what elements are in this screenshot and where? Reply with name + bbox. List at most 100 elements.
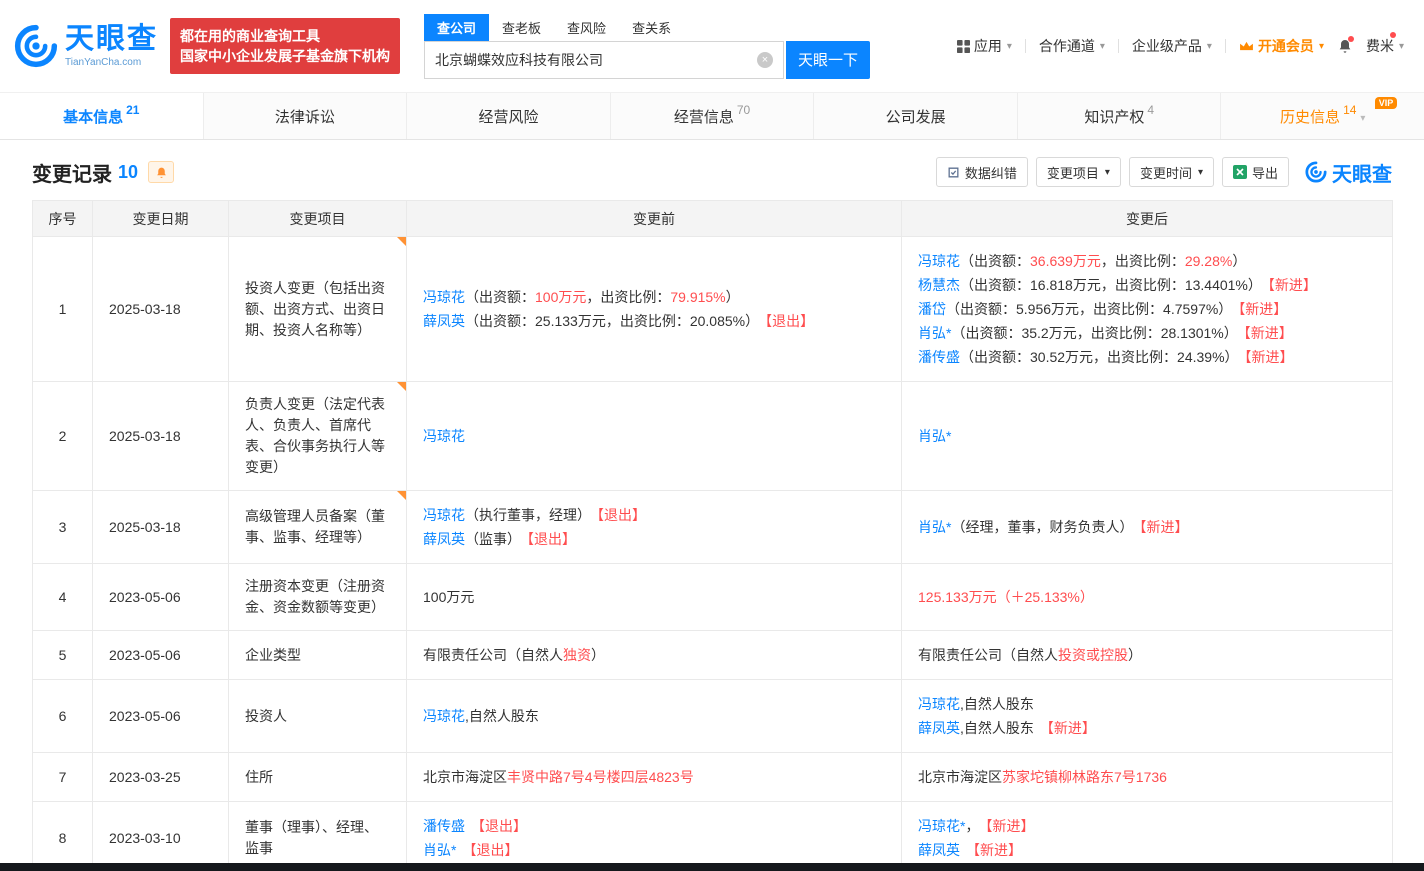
tab-count: 14 — [1343, 103, 1356, 117]
text-segment: ） — [1232, 253, 1246, 269]
search-tab-boss[interactable]: 查老板 — [489, 14, 554, 41]
after-cell: 肖弘*（经理，董事，财务负责人）【新进】 — [902, 491, 1393, 564]
search-tab-company[interactable]: 查公司 — [424, 14, 489, 41]
section-count: 10 — [118, 162, 138, 183]
change-badge: 【退出】 — [462, 842, 518, 858]
export-button[interactable]: 导出 — [1222, 157, 1289, 187]
change-line: 冯琼花（出资额：100万元，出资比例：79.915%） — [423, 285, 885, 309]
nav-apps-label: 应用 — [974, 36, 1002, 56]
entity-link[interactable]: 潘岱 — [918, 301, 946, 317]
change-line: 冯琼花,自然人股东 — [918, 692, 1376, 716]
entity-link[interactable]: 冯琼花* — [918, 818, 965, 834]
chevron-down-icon: ▾ — [1399, 41, 1404, 52]
nav-cooperation[interactable]: 合作通道 ▾ — [1039, 36, 1105, 56]
entity-link[interactable]: 冯琼花 — [423, 428, 465, 444]
corner-marker-icon — [397, 491, 406, 500]
before-cell: 冯琼花,自然人股东 — [407, 680, 902, 753]
tab-history-info[interactable]: VIP 历史信息 14 ▾ — [1221, 93, 1424, 139]
entity-link[interactable]: 肖弘* — [918, 428, 951, 444]
entity-link[interactable]: 冯琼花 — [423, 507, 465, 523]
entity-link[interactable]: 薛凤英 — [918, 842, 960, 858]
search-tab-relation[interactable]: 查关系 — [619, 14, 684, 41]
change-line: 肖弘* 【退出】 — [423, 838, 885, 862]
text-segment: ） — [726, 289, 740, 305]
change-badge: 【新进】 — [1244, 325, 1293, 341]
before-cell: 冯琼花 — [407, 382, 902, 491]
tab-basic-info[interactable]: 基本信息 21 — [0, 93, 204, 139]
entity-link[interactable]: 薛凤英 — [918, 720, 960, 736]
entity-link[interactable]: 肖弘* — [918, 519, 951, 535]
chevron-down-icon: ▾ — [1007, 41, 1012, 52]
change-line: 100万元 — [423, 585, 885, 609]
change-badge: 【新进】 — [1139, 519, 1188, 535]
entity-link[interactable]: 冯琼花 — [918, 696, 960, 712]
change-line: 肖弘*（出资额：35.2万元，出资比例：28.1301%）【新进】 — [918, 321, 1376, 345]
tab-label: 公司发展 — [886, 106, 946, 127]
before-cell: 有限责任公司（自然人独资） — [407, 631, 902, 680]
filter-change-time-button[interactable]: 变更时间 ▾ — [1129, 157, 1214, 187]
table-header: 序号 变更日期 变更项目 变更前 变更后 — [33, 201, 1393, 237]
after-cell: 冯琼花,自然人股东薛凤英,自然人股东【新进】 — [902, 680, 1393, 753]
tab-operation-info[interactable]: 经营信息 70 — [611, 93, 815, 139]
nav-enterprise[interactable]: 企业级产品 ▾ — [1132, 36, 1212, 56]
text-segment: （出资额：25.133万元，出资比例：20.085%） — [465, 313, 759, 329]
subscribe-bell-button[interactable] — [148, 161, 174, 183]
data-correction-button[interactable]: 数据纠错 — [936, 157, 1028, 187]
filter-change-item-button[interactable]: 变更项目 ▾ — [1036, 157, 1121, 187]
change-date: 2023-03-25 — [93, 753, 229, 802]
tab-operation-risk[interactable]: 经营风险 — [407, 93, 611, 139]
nav-open-vip[interactable]: 开通会员 ▾ — [1239, 36, 1324, 56]
entity-link[interactable]: 薛凤英 — [423, 313, 465, 329]
table-row: 72023-03-25住所北京市海淀区丰贤中路7号4号楼四层4823号北京市海淀… — [33, 753, 1393, 802]
entity-link[interactable]: 肖弘* — [423, 842, 456, 858]
export-label: 导出 — [1252, 163, 1278, 182]
slogan-banner: 都在用的商业查询工具 国家中小企业发展子基金旗下机构 — [170, 18, 400, 74]
nav-notifications[interactable] — [1337, 38, 1353, 54]
tab-label: 经营风险 — [478, 106, 538, 127]
search-button[interactable]: 天眼一下 — [786, 41, 870, 79]
tab-company-development[interactable]: 公司发展 — [814, 93, 1018, 139]
text-segment: ， — [965, 818, 979, 834]
excel-export-icon — [1233, 165, 1247, 179]
entity-link[interactable]: 肖弘* — [918, 325, 951, 341]
entity-link[interactable]: 薛凤英 — [423, 531, 465, 547]
section-title: 变更记录 — [32, 158, 112, 187]
main-tab-bar: 基本信息 21 法律诉讼 经营风险 经营信息 70 公司发展 知识产权 4 VI… — [0, 92, 1424, 140]
entity-link[interactable]: 潘传盛 — [918, 349, 960, 365]
text-segment: （出资额：16.818万元，出资比例：13.4401%） — [960, 277, 1262, 293]
change-date: 2023-05-06 — [93, 564, 229, 631]
search-tab-risk[interactable]: 查风险 — [554, 14, 619, 41]
nav-apps[interactable]: 应用 ▾ — [957, 36, 1012, 56]
entity-link[interactable]: 冯琼花 — [423, 708, 465, 724]
after-cell: 冯琼花（出资额：36.639万元，出资比例：29.28%）杨慧杰（出资额：16.… — [902, 237, 1393, 382]
tab-legal-litigation[interactable]: 法律诉讼 — [204, 93, 408, 139]
change-line: 有限责任公司（自然人投资或控股） — [918, 643, 1376, 667]
entity-link[interactable]: 杨慧杰 — [918, 277, 960, 293]
entity-link[interactable]: 冯琼花 — [423, 289, 465, 305]
slogan-line2: 国家中小企业发展子基金旗下机构 — [180, 46, 390, 66]
before-cell: 冯琼花（执行董事，经理）【退出】薛凤英（监事）【退出】 — [407, 491, 902, 564]
column-header-after: 变更后 — [902, 201, 1393, 237]
column-header-index: 序号 — [33, 201, 93, 237]
after-cell: 北京市海淀区苏家坨镇柳林路东7号1736 — [902, 753, 1393, 802]
change-item: 企业类型 — [229, 631, 407, 680]
change-badge: 【新进】 — [966, 842, 1022, 858]
tab-count: 21 — [126, 103, 139, 117]
data-correction-label: 数据纠错 — [965, 163, 1017, 182]
change-line: 薛凤英【新进】 — [918, 838, 1376, 862]
before-cell: 潘传盛【退出】肖弘* 【退出】 — [407, 802, 902, 871]
tab-label: 法律诉讼 — [275, 106, 335, 127]
logo-title: 天眼查 — [65, 25, 158, 54]
text-segment: （监事） — [465, 531, 521, 547]
change-line: 有限责任公司（自然人独资） — [423, 643, 885, 667]
search-input[interactable] — [435, 52, 757, 68]
entity-link[interactable]: 潘传盛 — [423, 818, 465, 834]
change-line: 肖弘*（经理，董事，财务负责人）【新进】 — [918, 515, 1376, 539]
entity-link[interactable]: 冯琼花 — [918, 253, 960, 269]
nav-user[interactable]: 费米 ▾ — [1366, 36, 1404, 56]
tab-intellectual-property[interactable]: 知识产权 4 — [1018, 93, 1222, 139]
tianyancha-logo[interactable]: 天眼查 TianYanCha.com — [14, 24, 158, 68]
clear-icon[interactable]: × — [757, 52, 773, 68]
table-row: 32025-03-18高级管理人员备案（董事、监事、经理等）冯琼花（执行董事，经… — [33, 491, 1393, 564]
chevron-down-icon: ▾ — [1360, 113, 1365, 124]
